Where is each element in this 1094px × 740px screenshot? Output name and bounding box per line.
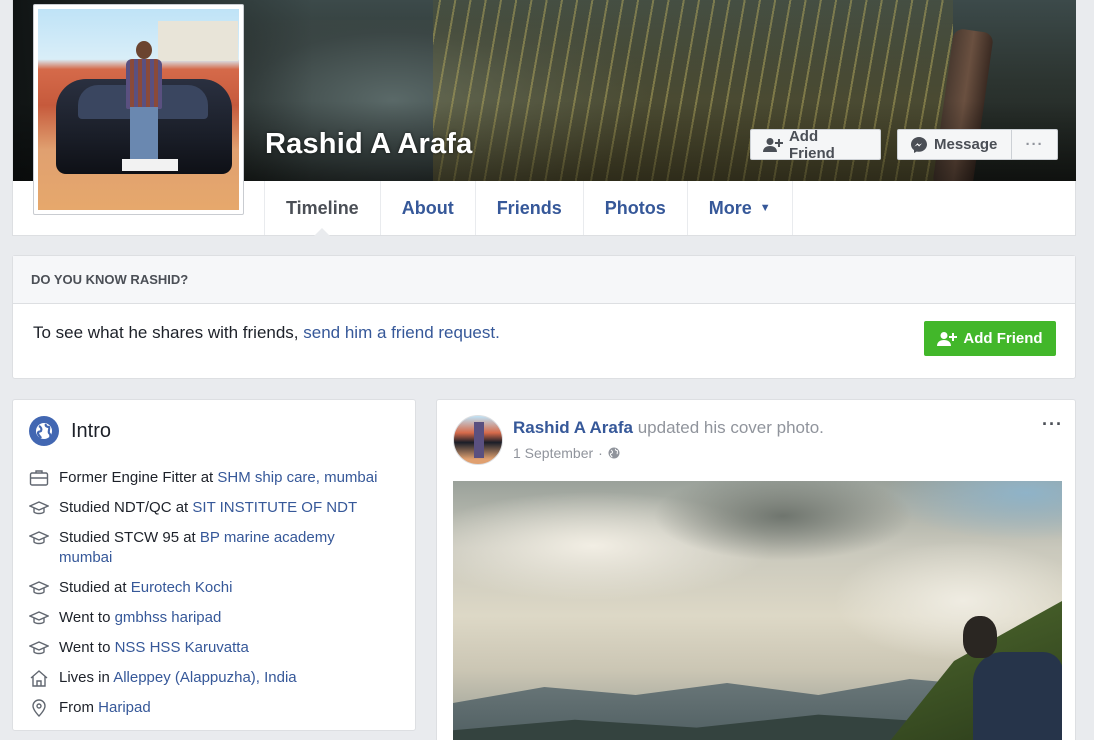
add-friend-icon xyxy=(763,137,783,152)
intro-link-school[interactable]: NSS HSS Karuvatta xyxy=(115,639,249,656)
add-friend-icon xyxy=(937,331,958,346)
intro-card: Intro Former Engine Fitter at SHM ship c… xyxy=(12,399,416,731)
graduation-cap-icon xyxy=(29,501,49,515)
intro-link-hometown[interactable]: Haripad xyxy=(98,699,151,716)
globe-icon[interactable] xyxy=(608,447,620,459)
post-header: Rashid A Arafa updated his cover photo. xyxy=(513,418,824,437)
intro-item-education: Went to gmbhss haripad xyxy=(29,608,399,628)
globe-icon xyxy=(29,416,59,446)
tab-more[interactable]: More ▼ xyxy=(686,181,793,235)
post-date[interactable]: 1 September xyxy=(513,445,593,461)
intro-link-city[interactable]: Alleppey (Alappuzha), India xyxy=(113,669,296,686)
timeline-post: Rashid A Arafa updated his cover photo. … xyxy=(436,399,1076,740)
graduation-cap-icon xyxy=(29,531,49,545)
location-pin-icon xyxy=(32,699,46,717)
messenger-icon xyxy=(911,136,927,153)
intro-link-school[interactable]: SIT INSTITUTE OF NDT xyxy=(192,499,357,516)
friend-request-prompt: DO YOU KNOW RASHID? To see what he share… xyxy=(12,255,1076,379)
tab-friends[interactable]: Friends xyxy=(474,181,583,235)
add-friend-button[interactable]: Add Friend xyxy=(750,127,881,162)
intro-item-from: From Haripad xyxy=(29,698,399,718)
intro-item-education: Studied at Eurotech Kochi xyxy=(29,578,399,598)
more-options-button[interactable]: ··· xyxy=(1011,129,1058,160)
intro-link-school[interactable]: gmbhss haripad xyxy=(115,609,222,626)
intro-item-education: Studied STCW 95 at BP marine academy mum… xyxy=(29,528,399,568)
add-friend-label: Add Friend xyxy=(788,127,835,162)
caret-down-icon: ▼ xyxy=(759,202,771,214)
tab-about[interactable]: About xyxy=(379,181,475,235)
post-author-avatar[interactable] xyxy=(453,415,503,465)
message-button[interactable]: Message xyxy=(897,129,1012,160)
send-friend-request-link[interactable]: send him a friend request. xyxy=(303,323,500,342)
add-friend-green-button[interactable]: Add Friend xyxy=(924,321,1056,356)
briefcase-icon xyxy=(29,470,49,486)
tab-timeline[interactable]: Timeline xyxy=(264,181,380,236)
intro-item-lives-in: Lives in Alleppey (Alappuzha), India xyxy=(29,668,399,688)
intro-item-education: Studied NDT/QC at SIT INSTITUTE OF NDT xyxy=(29,498,399,518)
intro-item-education: Went to NSS HSS Karuvatta xyxy=(29,638,399,658)
graduation-cap-icon xyxy=(29,611,49,625)
profile-picture[interactable] xyxy=(33,4,244,215)
graduation-cap-icon xyxy=(29,581,49,595)
cover-photo-post-image[interactable] xyxy=(453,481,1062,740)
tab-photos[interactable]: Photos xyxy=(582,181,687,235)
prompt-text: To see what he shares with friends, send… xyxy=(33,323,500,342)
post-meta: 1 September · xyxy=(513,445,620,461)
graduation-cap-icon xyxy=(29,641,49,655)
intro-list: Former Engine Fitter at SHM ship care, m… xyxy=(29,468,399,728)
profile-header: Rashid A Arafa Add Friend Message ··· Ti… xyxy=(12,0,1076,236)
prompt-heading: DO YOU KNOW RASHID? xyxy=(13,256,1075,304)
post-author-link[interactable]: Rashid A Arafa xyxy=(513,418,633,437)
intro-link-employer[interactable]: SHM ship care, mumbai xyxy=(217,469,377,486)
profile-tabs: Timeline About Friends Photos More ▼ xyxy=(264,181,793,236)
message-label: Message xyxy=(934,136,998,153)
profile-name[interactable]: Rashid A Arafa xyxy=(265,128,472,161)
intro-heading: Intro xyxy=(29,416,111,446)
post-options-button[interactable]: ··· xyxy=(1042,414,1063,435)
intro-link-school[interactable]: Eurotech Kochi xyxy=(131,579,233,596)
intro-item-work: Former Engine Fitter at SHM ship care, m… xyxy=(29,468,399,488)
home-icon xyxy=(30,670,48,687)
